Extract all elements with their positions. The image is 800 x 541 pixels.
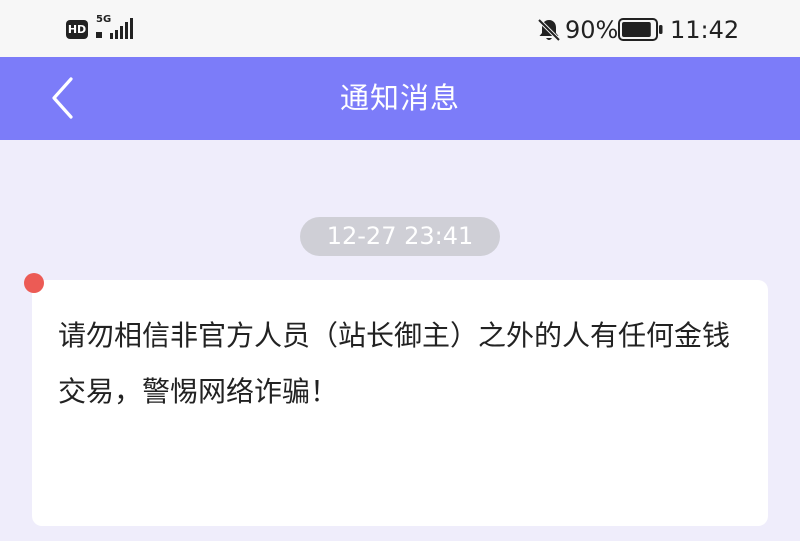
status-bar: HD 5G 90% 11:42 <box>0 0 800 57</box>
signal-icon <box>96 18 133 39</box>
battery-icon <box>618 18 663 41</box>
mute-bell-icon <box>537 18 561 42</box>
battery-percent: 90% <box>565 16 619 44</box>
unread-indicator <box>24 273 44 293</box>
navigation-bar: 通知消息 <box>0 57 800 140</box>
message-timestamp: 12-27 23:41 <box>300 217 500 256</box>
back-button[interactable] <box>38 71 92 125</box>
chevron-left-icon <box>52 77 73 119</box>
message-text: 请勿相信非官方人员（站长御主）之外的人有任何金钱交易，警惕网络诈骗！ <box>58 319 731 408</box>
hd-badge: HD <box>66 20 88 39</box>
message-card[interactable]: 请勿相信非官方人员（站长御主）之外的人有任何金钱交易，警惕网络诈骗！ <box>32 280 768 526</box>
page-title: 通知消息 <box>339 81 460 115</box>
status-clock: 11:42 <box>670 16 740 44</box>
